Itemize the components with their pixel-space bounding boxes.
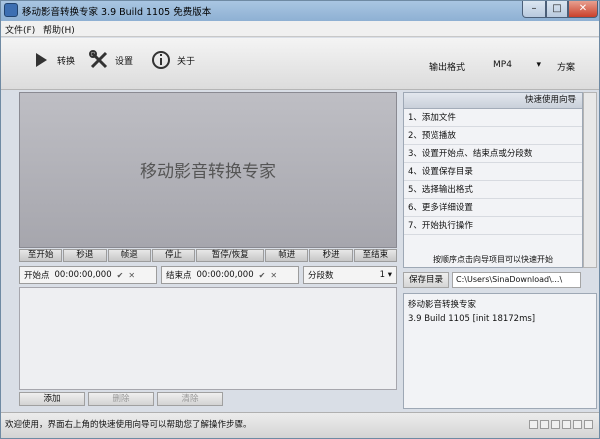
quick-wizard-panel: 快速使用向导 1、添加文件 2、预览播放 3、设置开始点、结束点或分段数 4、设… bbox=[403, 92, 583, 268]
dropdown-arrow-icon: ▾ bbox=[387, 270, 392, 280]
title-bar: 移动影音转换专家 3.9 Build 1105 免费版本 – □ ✕ bbox=[1, 1, 599, 21]
wizard-step-preview[interactable]: 2、预览播放 bbox=[404, 127, 582, 145]
info-panel: 移动影音转换专家 3.9 Build 1105 [init 18172ms] bbox=[403, 293, 597, 409]
tools-icon bbox=[89, 50, 109, 70]
wizard-step-output-format[interactable]: 5、选择输出格式 bbox=[404, 181, 582, 199]
pause-resume-button[interactable]: 暂停/恢复 bbox=[196, 249, 265, 262]
wizard-step-add-file[interactable]: 1、添加文件 bbox=[404, 109, 582, 127]
segments-value: 1 bbox=[379, 270, 386, 280]
wizard-step-start[interactable]: 7、开始执行操作 bbox=[404, 217, 582, 235]
end-point-field[interactable]: 00:00:00,000 bbox=[197, 270, 254, 280]
status-indicator bbox=[573, 420, 582, 429]
close-button[interactable]: ✕ bbox=[568, 1, 598, 18]
clear-icon[interactable]: ✕ bbox=[128, 271, 135, 280]
clear-button[interactable]: 清除 bbox=[157, 392, 223, 406]
save-dir-button[interactable]: 保存目录 bbox=[403, 272, 449, 288]
settings-label: 设置 bbox=[115, 56, 134, 67]
menu-file[interactable]: 文件(F) bbox=[5, 23, 35, 36]
status-indicator bbox=[584, 420, 593, 429]
app-icon bbox=[4, 3, 18, 17]
status-indicator bbox=[551, 420, 560, 429]
stop-button[interactable]: 停止 bbox=[151, 249, 196, 262]
confirm-icon[interactable]: ✔ bbox=[117, 271, 124, 280]
start-point-label: 开始点 bbox=[24, 271, 50, 281]
convert-label: 转换 bbox=[57, 56, 76, 67]
toolbar: 转换 设置 关于 输出格式 MP4 ▾ 方案 bbox=[1, 38, 599, 90]
menu-help[interactable]: 帮助(H) bbox=[43, 23, 75, 36]
end-point-label: 结束点 bbox=[166, 271, 192, 281]
menu-bar: 文件(F) 帮助(H) bbox=[1, 21, 599, 37]
save-path-field[interactable]: C:\Users\SinaDownload\...\ bbox=[452, 272, 581, 288]
status-indicators bbox=[529, 420, 593, 429]
to-end-button[interactable]: 至结束 bbox=[353, 249, 398, 262]
delete-button[interactable]: 删除 bbox=[88, 392, 154, 406]
info-icon bbox=[151, 50, 171, 70]
scheme-button[interactable]: 方案 bbox=[557, 60, 575, 73]
status-text: 欢迎使用，界面右上角的快速使用向导可以帮助您了解操作步骤。 bbox=[5, 420, 252, 430]
output-format-value: MP4 bbox=[493, 60, 512, 70]
frame-back-button[interactable]: 帧退 bbox=[107, 249, 151, 262]
preview-watermark: 移动影音转换专家 bbox=[140, 162, 276, 182]
wizard-title: 快速使用向导 bbox=[404, 93, 582, 109]
status-indicator bbox=[540, 420, 549, 429]
seconds-back-button[interactable]: 秒退 bbox=[63, 249, 107, 262]
wizard-step-more-settings[interactable]: 6、更多详细设置 bbox=[404, 199, 582, 217]
segments-select[interactable]: 1 ▾ bbox=[380, 270, 392, 280]
seconds-forward-button[interactable]: 秒进 bbox=[309, 249, 353, 262]
status-indicator bbox=[562, 420, 571, 429]
clear-icon[interactable]: ✕ bbox=[270, 271, 277, 280]
file-list[interactable] bbox=[19, 287, 397, 390]
add-button[interactable]: 添加 bbox=[19, 392, 85, 406]
wizard-step-save-dir[interactable]: 4、设置保存目录 bbox=[404, 163, 582, 181]
about-button[interactable]: 关于 bbox=[151, 48, 195, 72]
frame-forward-button[interactable]: 帧进 bbox=[265, 249, 309, 262]
status-bar: 欢迎使用，界面右上角的快速使用向导可以帮助您了解操作步骤。 bbox=[1, 412, 599, 438]
window-title: 移动影音转换专家 3.9 Build 1105 免费版本 bbox=[22, 7, 212, 18]
segments-group: 分段数 1 ▾ bbox=[303, 266, 397, 284]
range-controls: 开始点 00:00:00,000 ✔ ✕ 结束点 00:00:00,000 ✔ … bbox=[19, 266, 397, 284]
to-start-button[interactable]: 至开始 bbox=[19, 249, 63, 262]
play-icon bbox=[31, 50, 51, 70]
save-dir-bar: 保存目录 C:\Users\SinaDownload\...\ bbox=[403, 272, 581, 288]
confirm-icon[interactable]: ✔ bbox=[259, 271, 266, 280]
file-buttons: 添加 删除 清除 bbox=[19, 392, 399, 406]
start-point-group: 开始点 00:00:00,000 ✔ ✕ bbox=[19, 266, 157, 284]
app-window: 移动影音转换专家 3.9 Build 1105 免费版本 – □ ✕ 文件(F)… bbox=[0, 0, 600, 439]
wizard-step-set-points[interactable]: 3、设置开始点、结束点或分段数 bbox=[404, 145, 582, 163]
preview-area[interactable]: 移动影音转换专家 bbox=[19, 92, 397, 248]
minimize-button[interactable]: – bbox=[522, 1, 546, 18]
settings-button[interactable]: 设置 bbox=[89, 48, 133, 72]
wizard-hint: 按顺序点击向导项目可以快速开始 bbox=[433, 255, 553, 264]
output-format-select[interactable]: MP4 ▾ bbox=[489, 58, 545, 72]
dropdown-arrow-icon: ▾ bbox=[536, 60, 541, 70]
convert-button[interactable]: 转换 bbox=[31, 48, 75, 72]
info-app-name: 移动影音转换专家 bbox=[408, 300, 477, 310]
status-indicator bbox=[529, 420, 538, 429]
wizard-scrollbar[interactable] bbox=[583, 92, 597, 268]
end-point-group: 结束点 00:00:00,000 ✔ ✕ bbox=[161, 266, 299, 284]
about-label: 关于 bbox=[177, 56, 196, 67]
output-format-label: 输出格式 bbox=[429, 63, 466, 73]
segments-label: 分段数 bbox=[308, 271, 334, 281]
start-point-field[interactable]: 00:00:00,000 bbox=[55, 270, 112, 280]
playback-controls: 至开始 秒退 帧退 停止 暂停/恢复 帧进 秒进 至结束 bbox=[19, 249, 398, 262]
maximize-button[interactable]: □ bbox=[546, 1, 568, 18]
info-build: 3.9 Build 1105 [init 18172ms] bbox=[408, 314, 536, 324]
